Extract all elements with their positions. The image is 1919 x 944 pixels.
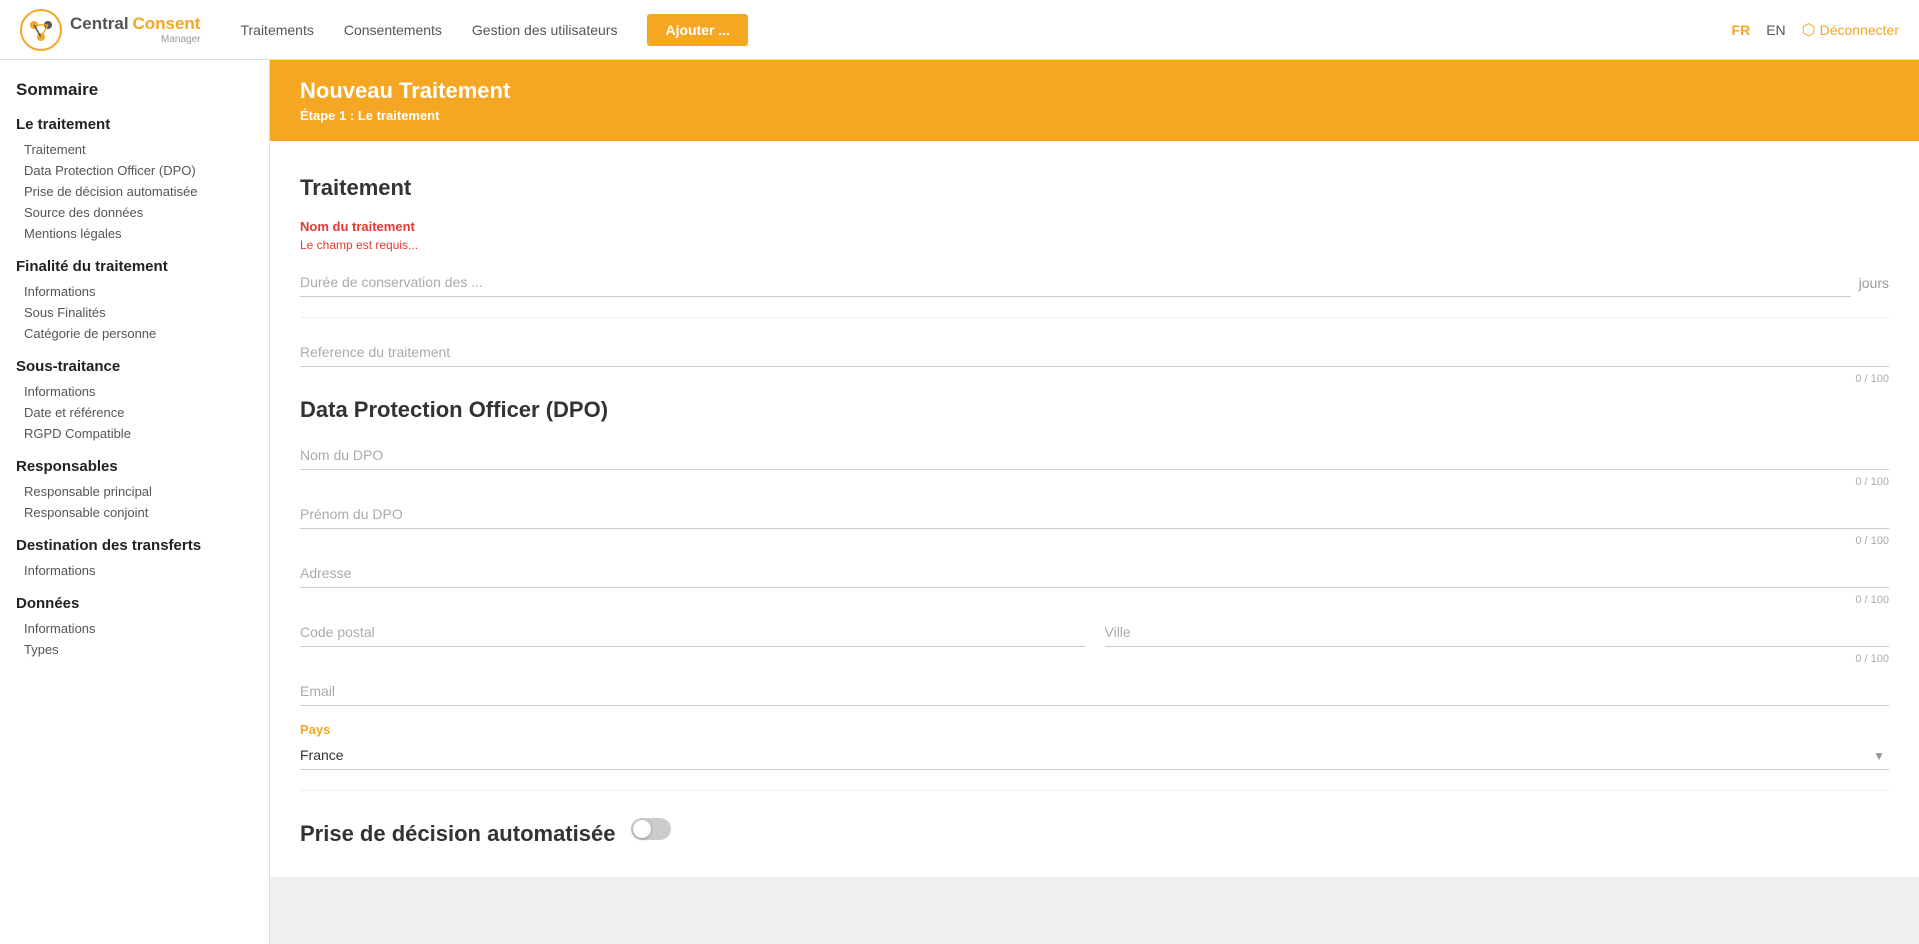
adresse-group: 0 / 100 [300, 559, 1889, 588]
form-step-value: Le traitement [358, 108, 440, 123]
sidebar-section-sous-traitance: Sous-traitance [16, 358, 253, 375]
postal-ville-char-count: 0 / 100 [1855, 653, 1889, 665]
logo-icon [20, 9, 62, 51]
code-postal-input[interactable] [300, 618, 1085, 647]
email-group [300, 677, 1889, 706]
sidebar-section-donnees: Données [16, 595, 253, 612]
reference-char-count: 0 / 100 [1855, 373, 1889, 385]
header: Central Consent Manager Traitements Cons… [0, 0, 1919, 60]
section-title-dpo: Data Protection Officer (DPO) [300, 397, 1889, 423]
sidebar-item-responsable-principal[interactable]: Responsable principal [16, 481, 253, 502]
days-label: jours [1859, 275, 1889, 291]
logo-manager: Manager [70, 34, 200, 45]
sidebar-item-categorie-personne[interactable]: Catégorie de personne [16, 323, 253, 344]
form-step-label: Étape 1 : [300, 108, 354, 123]
header-right: FR EN ⬡ Déconnecter [1732, 20, 1899, 40]
main-nav: Traitements Consentements Gestion des ut… [240, 14, 1731, 46]
sidebar-item-mentions-legales[interactable]: Mentions légales [16, 223, 253, 244]
pays-group: Pays France Belgique Suisse Luxembourg C… [300, 722, 1889, 770]
logout-icon: ⬡ [1802, 20, 1816, 40]
lang-fr-button[interactable]: FR [1732, 22, 1751, 38]
code-postal-group [300, 618, 1085, 647]
sidebar-title: Sommaire [16, 80, 253, 100]
sidebar: Sommaire Le traitement Traitement Data P… [0, 60, 270, 944]
sidebar-item-sous-finalites[interactable]: Sous Finalités [16, 302, 253, 323]
page-body: Sommaire Le traitement Traitement Data P… [0, 60, 1919, 944]
form-header-banner: Nouveau Traitement Étape 1 : Le traiteme… [270, 60, 1919, 141]
prenom-dpo-group: 0 / 100 [300, 500, 1889, 529]
sidebar-item-responsable-conjoint[interactable]: Responsable conjoint [16, 502, 253, 523]
sidebar-item-types[interactable]: Types [16, 639, 253, 660]
section-title-prise-decision: Prise de décision automatisée [300, 821, 615, 847]
duree-conservation-input[interactable] [300, 268, 1851, 297]
prenom-dpo-input[interactable] [300, 500, 1889, 529]
reference-traitement-input[interactable] [300, 338, 1889, 367]
pays-select-wrapper: France Belgique Suisse Luxembourg Canada… [300, 741, 1889, 770]
sidebar-item-informations-destination[interactable]: Informations [16, 560, 253, 581]
prise-decision-toggle[interactable] [631, 818, 671, 840]
logo-central: Central [70, 14, 129, 33]
divider-1 [300, 317, 1889, 318]
nav-consentements[interactable]: Consentements [344, 22, 442, 38]
sidebar-item-informations-sous-traitance[interactable]: Informations [16, 381, 253, 402]
prenom-dpo-char-count: 0 / 100 [1855, 535, 1889, 547]
nav-gestion-utilisateurs[interactable]: Gestion des utilisateurs [472, 22, 618, 38]
sidebar-section-responsables: Responsables [16, 458, 253, 475]
toggle-knob [633, 820, 651, 838]
pays-label: Pays [300, 722, 1889, 737]
ajouter-button[interactable]: Ajouter ... [647, 14, 748, 46]
sidebar-item-rgpd-compatible[interactable]: RGPD Compatible [16, 423, 253, 444]
sidebar-item-traitement[interactable]: Traitement [16, 139, 253, 160]
nom-traitement-group: Nom du traitement Le champ est requis... [300, 219, 1889, 252]
form-subtitle: Étape 1 : Le traitement [300, 108, 1889, 123]
sidebar-item-informations-donnees[interactable]: Informations [16, 618, 253, 639]
nom-traitement-label: Nom du traitement [300, 219, 1889, 234]
logo: Central Consent Manager [20, 9, 200, 51]
sidebar-item-prise-decision[interactable]: Prise de décision automatisée [16, 181, 253, 202]
duree-conservation-group: jours [300, 268, 1889, 297]
adresse-input[interactable] [300, 559, 1889, 588]
sidebar-item-date-reference[interactable]: Date et référence [16, 402, 253, 423]
sidebar-item-source-donnees[interactable]: Source des données [16, 202, 253, 223]
form-area: Traitement Nom du traitement Le champ es… [270, 141, 1919, 877]
postal-ville-row: 0 / 100 [300, 618, 1889, 663]
sidebar-section-destination: Destination des transferts [16, 537, 253, 554]
nom-dpo-group: 0 / 100 [300, 441, 1889, 470]
prise-decision-row: Prise de décision automatisée [300, 811, 1889, 847]
sidebar-section-le-traitement: Le traitement [16, 116, 253, 133]
reference-traitement-group: 0 / 100 [300, 338, 1889, 367]
sidebar-section-finalite: Finalité du traitement [16, 258, 253, 275]
lang-en-button[interactable]: EN [1766, 22, 1785, 38]
deconnect-button[interactable]: ⬡ Déconnecter [1802, 20, 1899, 40]
nom-dpo-input[interactable] [300, 441, 1889, 470]
sidebar-item-dpo[interactable]: Data Protection Officer (DPO) [16, 160, 253, 181]
email-input[interactable] [300, 677, 1889, 706]
ville-group: 0 / 100 [1105, 618, 1890, 647]
nom-dpo-char-count: 0 / 100 [1855, 476, 1889, 488]
nav-traitements[interactable]: Traitements [240, 22, 313, 38]
nom-traitement-error: Le champ est requis... [300, 238, 1889, 252]
adresse-char-count: 0 / 100 [1855, 594, 1889, 606]
main-content: Nouveau Traitement Étape 1 : Le traiteme… [270, 60, 1919, 944]
logo-text: Central Consent Manager [70, 14, 200, 45]
ville-input[interactable] [1105, 618, 1890, 647]
divider-2 [300, 790, 1889, 791]
logo-consent: Consent [132, 14, 200, 33]
form-title: Nouveau Traitement [300, 78, 1889, 104]
section-title-traitement: Traitement [300, 175, 1889, 201]
deconnect-label: Déconnecter [1820, 22, 1899, 38]
pays-select[interactable]: France Belgique Suisse Luxembourg Canada… [300, 741, 1889, 770]
sidebar-item-informations-finalite[interactable]: Informations [16, 281, 253, 302]
